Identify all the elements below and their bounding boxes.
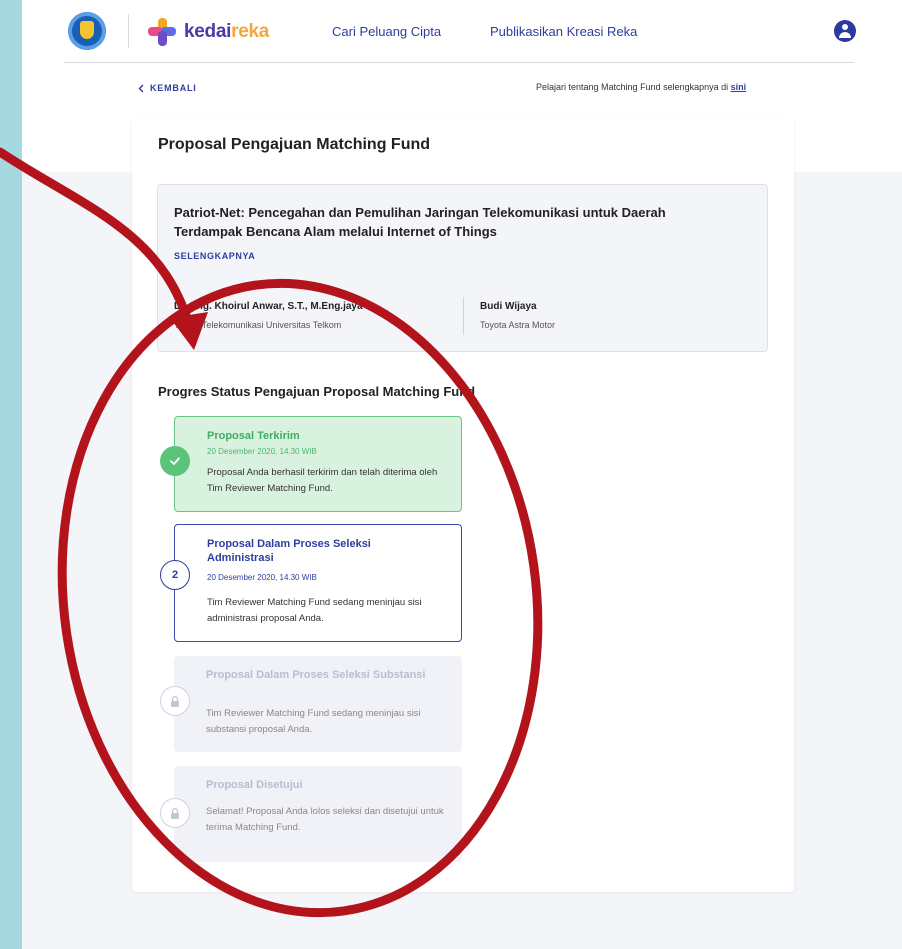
researcher-org: Teknik Telekomunikasi Universitas Telkom (174, 320, 342, 330)
lock-icon (160, 686, 190, 716)
step-description: Selamat! Proposal Anda lolos seleksi dan… (206, 806, 444, 833)
proposal-card: Proposal Pengajuan Matching Fund Patriot… (132, 116, 794, 892)
brand-name-part2: reka (231, 21, 269, 42)
step-number-badge: 2 (160, 560, 190, 590)
progress-title: Progres Status Pengajuan Proposal Matchi… (158, 384, 476, 399)
step-date: 20 Desember 2020, 14.30 WIB (207, 573, 317, 582)
top-navbar: kedaireka Cari Peluang Cipta Publikasika… (64, 0, 856, 63)
back-link[interactable]: KEMBALI (138, 83, 197, 93)
read-more-link[interactable]: SELENGKAPNYA (174, 251, 255, 261)
partner-org: Toyota Astra Motor (480, 320, 556, 330)
project-title: Patriot-Net: Pencegahan dan Pemulihan Ja… (174, 205, 666, 239)
brand-name: kedaireka (184, 21, 269, 43)
check-icon (160, 446, 190, 476)
header-divider (128, 14, 129, 48)
user-avatar-icon[interactable] (834, 20, 856, 42)
step-administration-review: Proposal Dalam Proses Seleksi Administra… (174, 524, 462, 642)
page-title: Proposal Pengajuan Matching Fund (158, 136, 431, 153)
page: kedaireka Cari Peluang Cipta Publikasika… (22, 0, 902, 949)
learn-more-link[interactable]: sini (731, 82, 747, 92)
person-divider (463, 297, 464, 335)
lock-icon (160, 798, 190, 828)
learn-more-text: Pelajari tentang Matching Fund selengkap… (536, 82, 746, 92)
partner-info: Budi Wijaya Toyota Astra Motor (480, 301, 555, 330)
step-substance-review: Proposal Dalam Proses Seleksi Substansi … (174, 656, 462, 752)
learn-more-label: Pelajari tentang Matching Fund selengkap… (536, 82, 729, 92)
step-title: Proposal Dalam Proses Seleksi Substansi (206, 669, 426, 681)
step-description: Tim Reviewer Matching Fund sedang meninj… (207, 597, 422, 624)
researcher-info: Dr. Eng. Khoirul Anwar, S.T., M.Eng.jaya… (174, 301, 363, 330)
nav-publikasikan-kreasi-reka[interactable]: Publikasikan Kreasi Reka (490, 24, 637, 39)
chevron-left-icon (138, 84, 144, 92)
step-approved: Proposal Disetujui Selamat! Proposal And… (174, 766, 462, 862)
step-title: Proposal Dalam Proses Seleksi Administra… (207, 538, 371, 564)
partner-name: Budi Wijaya (480, 301, 537, 312)
step-title: Proposal Terkirim (207, 430, 300, 442)
project-summary-box: Patriot-Net: Pencegahan dan Pemulihan Ja… (157, 184, 768, 352)
step-description: Proposal Anda berhasil terkirim dan tela… (207, 467, 438, 494)
researcher-name: Dr. Eng. Khoirul Anwar, S.T., M.Eng.jaya (174, 301, 363, 312)
ministry-logo-icon[interactable] (68, 12, 106, 50)
kedaireka-logo-icon (148, 18, 178, 46)
step-proposal-sent: Proposal Terkirim 20 Desember 2020, 14.3… (174, 416, 462, 512)
nav-cari-peluang-cipta[interactable]: Cari Peluang Cipta (332, 24, 441, 39)
brand-logo[interactable]: kedaireka (148, 18, 269, 46)
back-link-label: KEMBALI (150, 83, 197, 93)
step-description: Tim Reviewer Matching Fund sedang meninj… (206, 708, 421, 735)
step-title: Proposal Disetujui (206, 779, 303, 791)
brand-name-part1: kedai (184, 21, 232, 42)
step-date: 20 Desember 2020, 14.30 WIB (207, 447, 317, 456)
